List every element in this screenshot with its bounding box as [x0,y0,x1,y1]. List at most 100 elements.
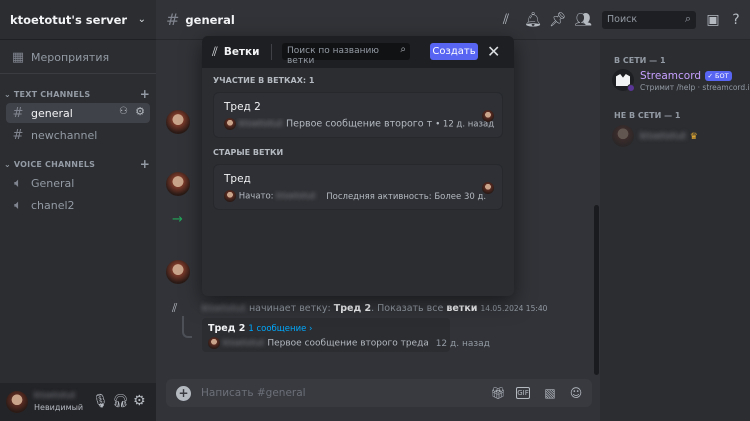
hash-icon: # [166,10,180,29]
help-icon[interactable]: ? [727,11,745,29]
add-channel-icon[interactable]: + [140,87,150,101]
gear-icon[interactable]: ⚙ [133,393,146,409]
thread-embed-name: Тред 2 [208,323,246,334]
voice-channel-general[interactable]: 🔈︎ General [6,173,150,193]
headphones-icon[interactable]: 🎧︎ [112,394,129,409]
inbox-icon[interactable]: ▣ [704,11,722,29]
chevron-icon: ⌄ [4,159,14,169]
thread-start-message: ktoetotut начинает ветку: Тред 2. Показа… [202,303,592,314]
thread-name: Тред [224,173,251,185]
thread-icon: ⫽ [172,301,178,315]
username: ktoetotut [34,391,76,401]
bot-badge: ✓ БОТ [704,71,732,81]
avatar [208,337,220,349]
server-name: ktoetotut's server [10,12,128,27]
channel-newchannel[interactable]: # newchannel [6,125,150,145]
voice-channel-chanel2[interactable]: 🔈︎ chanel2 [6,195,150,215]
text-channels-category[interactable]: ⌄ TEXT CHANNELS + [4,87,150,101]
gif-icon[interactable]: GIF [516,387,530,399]
member-status: Стримит /help · streamcord.io [640,83,750,92]
gear-icon[interactable]: ⚙ [135,105,145,118]
member-list: В СЕТИ — 1 Streamcord ✓ БОТ Стримит /hel… [600,40,750,421]
pin-icon[interactable]: 📌︎ [549,11,567,29]
threads-popup: ⫽ Ветки Поиск по названию ветки ⌕ Создат… [202,36,514,296]
gift-icon[interactable]: 🎁︎ [490,385,506,401]
avatar[interactable] [166,110,190,134]
search-input[interactable]: Поиск ⌕ [602,11,696,29]
member-streamcord[interactable]: Streamcord ✓ БОТ Стримит /help · streamc… [640,69,750,92]
message-author[interactable]: ktoetotut [202,303,246,314]
avatar[interactable] [612,69,635,92]
avatar[interactable] [612,125,634,147]
offline-header: НЕ В СЕТИ — 1 [614,111,681,120]
threads-title: Ветки [223,46,260,58]
sticker-icon[interactable]: ▧ [542,385,558,401]
add-channel-icon[interactable]: + [140,157,150,171]
search-placeholder: Поиск [607,14,638,25]
emoji-icon[interactable]: ☺ [568,385,584,401]
thread-connector [182,316,192,338]
channel-general[interactable]: # general ⚇ ⚙ [6,103,150,123]
thread-last-activity: Последняя активность: Более 30 д. [326,191,487,202]
bell-icon[interactable]: 🔔︎ [524,11,542,29]
add-attachment-icon[interactable]: + [176,385,191,401]
avatar [482,110,494,122]
streaming-status-icon [627,84,635,92]
channel-label: general [31,106,73,120]
old-threads-header: СТАРЫЕ ВЕТКИ [213,148,284,157]
search-icon: ⌕ [400,44,406,55]
events-item[interactable]: ▦ Мероприятия [6,47,150,67]
channel-label: chanel2 [31,198,75,212]
create-thread-button[interactable]: Создать [430,43,478,60]
thread-name-link[interactable]: Тред 2 [334,303,371,314]
thread-card-tred-2[interactable]: Тред 2 ktoetotut Первое сообщение второг… [213,92,503,138]
voice-channels-category[interactable]: ⌄ VOICE CHANNELS + [4,157,150,171]
events-label: Мероприятия [31,50,110,64]
user-panel: ktoetotut Невидимый 🎙︎ 🎧︎ ⚙ [0,383,156,421]
hash-icon: # [12,105,24,121]
message-author: ktoetotut [222,338,265,349]
started-label: Начато: [238,191,274,202]
message-text: . Показать все [371,303,444,314]
thread-info: Начато: ktoetotut Последняя активность: … [224,190,494,202]
timestamp: 12 д. назад [435,338,490,349]
thread-message-preview: Первое сообщение второго т [285,118,433,130]
category-label: TEXT CHANNELS [13,89,91,99]
hash-icon: # [12,127,24,143]
user-status: Невидимый [34,403,84,412]
thread-search-input[interactable]: Поиск по названию ветки ⌕ [282,43,410,66]
add-member-icon[interactable]: ⚇ [119,106,128,117]
member-name: Streamcord [640,70,701,82]
thread-last-message: ktoetotut Первое сообщение второго т • 1… [224,118,494,130]
divider [0,73,156,74]
timestamp: 14.05.2024 15:40 [480,304,548,313]
chevron-icon: ⌄ [4,89,14,99]
avatar [224,190,236,202]
channel-label: General [31,176,75,190]
avatar[interactable] [166,260,190,284]
chat-scrollbar[interactable] [594,205,599,375]
thread-author: ktoetotut [276,191,316,202]
threads-icon[interactable]: ⫽ [497,11,515,29]
avatar[interactable] [166,172,190,196]
microphone-icon[interactable]: 🎙︎ [92,394,109,409]
show-threads-link[interactable]: ветки [446,303,477,314]
thread-embed[interactable]: Тред 2 1 сообщение › ktoetotut Первое со… [202,318,490,352]
divider [271,44,272,60]
close-icon[interactable]: ✕ [487,42,500,61]
channel-label: newchannel [31,128,98,142]
thread-message-count[interactable]: 1 сообщение › [248,324,312,334]
member-ktoetotut[interactable]: ktoetotut ♛ [640,129,698,142]
join-arrow-icon: → [172,212,183,227]
avatar [224,118,236,130]
server-header[interactable]: ktoetotut's server ⌄ [0,0,156,40]
thread-search-placeholder: Поиск по названию ветки [287,46,379,66]
crown-icon: ♛ [689,132,698,142]
thread-name: Тред 2 [224,101,261,113]
online-header: В СЕТИ — 1 [614,56,666,65]
members-icon[interactable]: 👥︎ [574,11,592,29]
thread-card-tred[interactable]: Тред Начато: ktoetotut Последняя активно… [213,164,503,210]
avatar[interactable] [6,391,28,413]
message-text: начинает ветку: [248,303,331,314]
avatar [482,182,494,194]
